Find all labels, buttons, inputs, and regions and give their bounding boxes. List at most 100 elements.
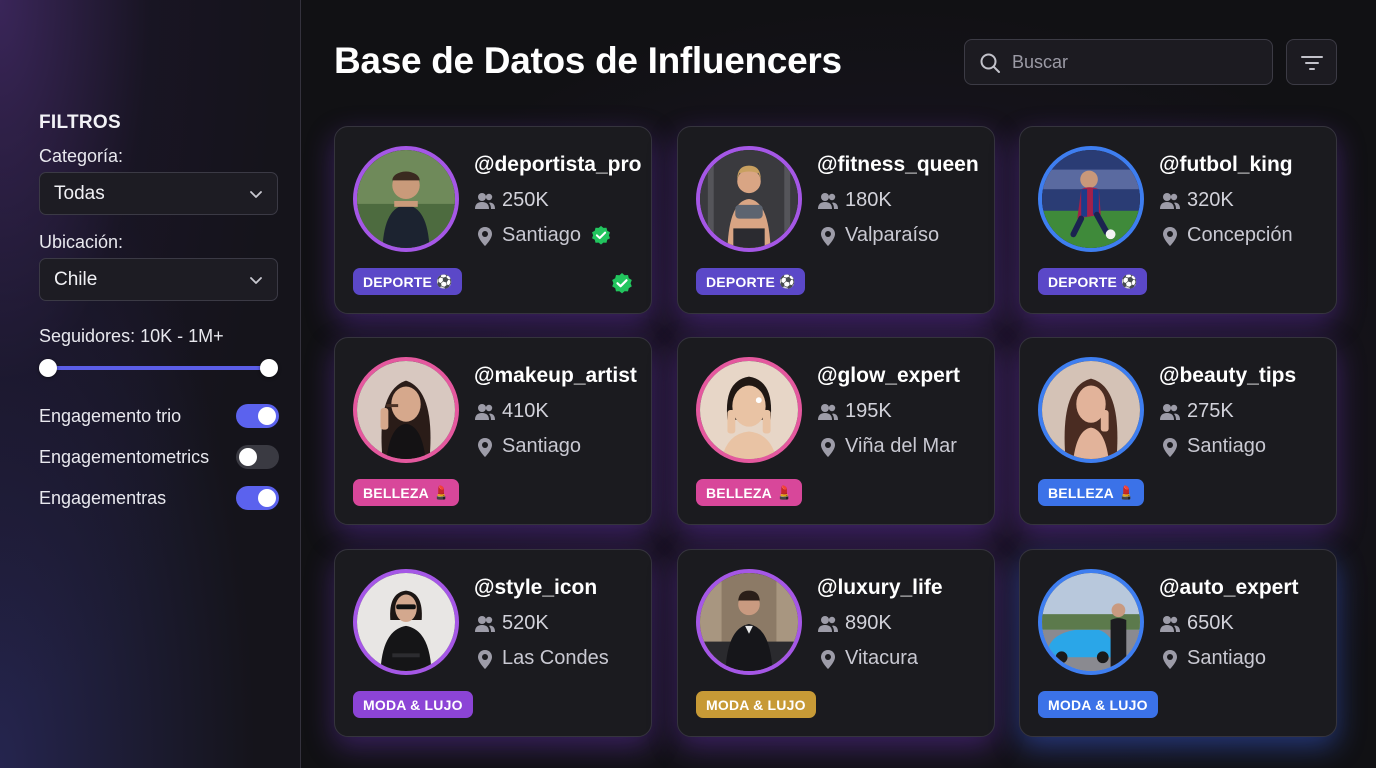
users-icon [475,192,495,209]
soccer-ball-icon: ⚽ [436,273,453,289]
location-stat: Santiago [474,435,581,458]
category-badge: DEPORTE ⚽ [353,268,463,295]
category-badge: BELLEZA 💄 [353,479,460,506]
followers-stat: 250K [474,189,549,212]
page-title: Base de Datos de Influencers [334,40,842,81]
avatar [1038,146,1144,252]
badge-label: MODA & LUJO [363,696,463,713]
influencer-card[interactable]: @auto_expert 650K Santiago MODA & LUJO [1019,549,1337,737]
influencer-card[interactable]: @makeup_artist 410K Santiago BELLEZA 💄 [334,337,652,525]
location-pin-icon [478,226,492,246]
badge-label: DEPORTE [363,273,433,290]
search-box[interactable] [964,39,1273,85]
influencer-handle: @deportista_pro [474,153,642,176]
users-icon [1160,615,1180,632]
avatar [1038,357,1144,463]
influencer-card[interactable]: @glow_expert 195K Viña del Mar BELLEZA 💄 [677,337,995,525]
influencer-card[interactable]: @deportista_pro 250K Santiago DEPORTE ⚽ [334,126,652,314]
influencer-handle: @futbol_king [1159,153,1293,176]
search-input[interactable] [1012,40,1262,84]
badge-label: DEPORTE [1048,273,1118,290]
influencer-card[interactable]: @luxury_life 890K Vitacura MODA & LUJO [677,549,995,737]
category-value: Todas [54,182,105,204]
followers-stat: 410K [474,400,549,423]
badge-label: BELLEZA [706,484,772,501]
followers-stat: 180K [817,189,892,212]
toggle-row-engagemento-trio: Engagemento trio [39,404,279,430]
filter-icon [1301,56,1323,70]
filters-title: FILTROS [39,112,121,133]
category-badge: MODA & LUJO [696,691,816,718]
location-stat: Santiago [1159,435,1266,458]
location-text: Concepción [1187,224,1293,246]
followers-stat: 275K [1159,400,1234,423]
toggle-label: Engagemento trio [39,406,182,426]
filter-button[interactable] [1286,39,1337,85]
toggle-label: Engagementometrics [39,447,210,467]
avatar [353,569,459,675]
toggle-row-engagementometrics: Engagementometrics [39,445,279,471]
lipstick-icon: 💄 [775,484,793,500]
verified-badge-icon [591,225,610,245]
location-text: Viña del Mar [845,435,957,457]
badge-label: MODA & LUJO [706,696,806,713]
toggle-knob [258,407,276,425]
engagemento-trio-toggle[interactable] [236,404,279,428]
influencer-card[interactable]: @style_icon 520K Las Condes MODA & LUJO [334,549,652,737]
badge-label: BELLEZA [1048,484,1114,501]
location-text: Santiago [502,224,581,246]
category-badge: DEPORTE ⚽ [1038,268,1148,295]
engagementras-toggle[interactable] [236,486,279,510]
influencer-handle: @style_icon [474,576,598,599]
followers-count: 650K [1187,612,1234,634]
location-pin-icon [478,649,492,669]
influencer-handle: @beauty_tips [1159,364,1297,387]
location-pin-icon [478,437,492,457]
sidebar: FILTROS Categoría: Todas Ubicación: Chil… [0,0,301,768]
followers-count: 410K [502,400,549,422]
location-text: Santiago [502,435,581,457]
influencer-card[interactable]: @fitness_queen 180K Valparaíso DEPORTE ⚽ [677,126,995,314]
location-select[interactable]: Chile [39,258,278,301]
influencer-card[interactable]: @beauty_tips 275K Santiago BELLEZA 💄 [1019,337,1337,525]
users-icon [818,615,838,632]
followers-count: 520K [502,612,549,634]
location-stat: Las Condes [474,647,609,670]
avatar [696,146,802,252]
verified-check-icon [612,273,632,294]
location-pin-icon [1163,226,1177,246]
followers-stat: 320K [1159,189,1234,212]
chevron-down-icon [250,277,262,284]
toggle-label: Engagementras [39,488,167,508]
influencer-card[interactable]: @futbol_king 320K Concepción DEPORTE ⚽ [1019,126,1337,314]
users-icon [1160,403,1180,420]
followers-stat: 195K [817,400,892,423]
toggle-row-engagementras: Engagementras [39,486,279,512]
followers-slider-min-handle[interactable] [39,359,57,377]
soccer-ball-icon: ⚽ [1121,273,1138,289]
users-icon [1160,192,1180,209]
influencer-handle: @makeup_artist [474,364,637,387]
avatar [696,569,802,675]
engagementometrics-toggle[interactable] [236,445,279,469]
followers-slider-max-handle[interactable] [260,359,278,377]
toggle-knob [258,489,276,507]
location-text: Vitacura [845,647,919,669]
category-select[interactable]: Todas [39,172,278,215]
lipstick-icon: 💄 [432,484,450,500]
followers-slider-track[interactable] [47,366,270,370]
followers-count: 275K [1187,400,1234,422]
avatar [1038,569,1144,675]
location-pin-icon [1163,649,1177,669]
location-pin-icon [821,649,835,669]
followers-count: 180K [845,189,892,211]
location-pin-icon [1163,437,1177,457]
avatar [696,357,802,463]
location-label: Ubicación: [39,232,124,252]
toggle-knob [239,448,257,466]
category-badge: MODA & LUJO [1038,691,1158,718]
location-stat: Santiago [1159,647,1266,670]
search-icon [980,53,1000,73]
badge-label: DEPORTE [706,273,776,290]
location-value: Chile [54,268,98,290]
